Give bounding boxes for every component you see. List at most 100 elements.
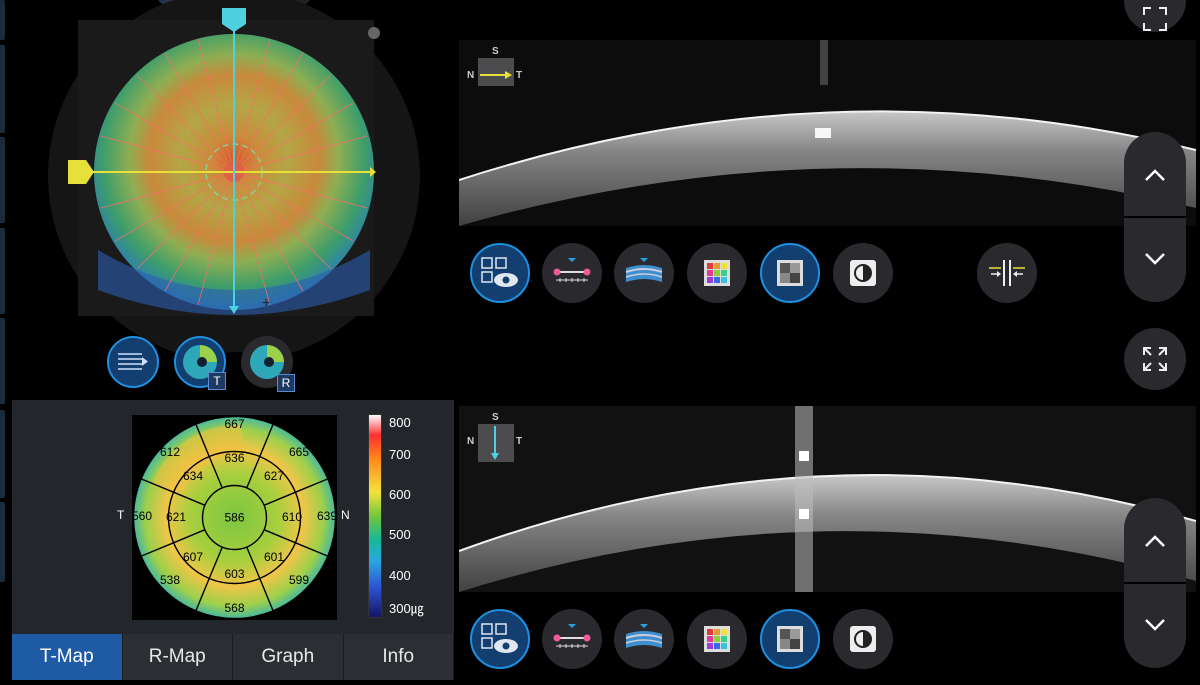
tab-info[interactable]: Info <box>343 634 454 680</box>
sector-outer-inferior: 568 <box>224 601 244 615</box>
edge-tab[interactable] <box>0 45 5 133</box>
sector-outer-superior-temporal: 612 <box>160 445 180 459</box>
edge-tab[interactable] <box>0 502 5 582</box>
eye-grid-icon <box>481 623 518 653</box>
chevron-up-icon <box>1145 535 1165 547</box>
sector-outer-superior-nasal: 665 <box>289 445 309 459</box>
orientation-t: T <box>516 436 523 447</box>
caliper-icon <box>553 258 591 282</box>
caliper-button[interactable] <box>542 243 602 303</box>
contrast-button[interactable] <box>833 243 893 303</box>
left-edge-tabs <box>0 0 5 685</box>
edge-tab[interactable] <box>0 137 5 223</box>
orientation-n: N <box>467 436 475 447</box>
color-grid-icon <box>704 260 730 286</box>
thickness-map-button[interactable]: T <box>174 336 226 390</box>
tab-t-map[interactable]: T-Map <box>12 634 123 680</box>
color-map-button[interactable] <box>687 243 747 303</box>
expand-icon <box>1143 347 1167 371</box>
sector-inner-inferior: 603 <box>224 567 244 581</box>
svg-text:+: + <box>262 294 270 310</box>
expand-button-bottom[interactable] <box>1124 328 1186 390</box>
sector-outer-inferior-temporal: 538 <box>160 573 180 587</box>
scale-label-300: 300㎍ <box>389 601 424 616</box>
scale-label-700: 700 <box>389 447 411 462</box>
layer-icon <box>625 624 663 648</box>
gray-grid-icon <box>777 260 803 286</box>
orientation-n: N <box>467 70 475 81</box>
sector-inner-nasal: 610 <box>282 510 302 524</box>
chevron-down-icon <box>1145 253 1165 265</box>
layer-button[interactable] <box>614 609 674 669</box>
orientation-s: S <box>492 46 499 57</box>
reference-map-button[interactable]: R <box>241 336 295 392</box>
color-map-button[interactable] <box>687 609 747 669</box>
sector-inner-inferior-temporal: 607 <box>183 550 203 564</box>
scan-nav-control <box>1124 498 1186 668</box>
eye-view-button[interactable] <box>470 609 530 669</box>
expand-button-top[interactable] <box>1124 0 1186 32</box>
compare-split-button[interactable] <box>977 243 1037 303</box>
scale-label-400: 400 <box>389 568 411 583</box>
orientation-t: T <box>516 70 523 81</box>
temporal-label: T <box>117 508 125 522</box>
scan-orientation-indicator <box>478 58 514 86</box>
scan-nav-control <box>1124 132 1186 302</box>
scale-label-800: 800 <box>389 415 411 430</box>
scroll-up-button[interactable] <box>1124 140 1186 210</box>
split-compare-icon <box>989 260 1025 286</box>
sector-inner-temporal: 621 <box>166 510 186 524</box>
sector-inner-inferior-nasal: 601 <box>264 550 284 564</box>
thickness-color-scale <box>368 414 382 618</box>
scale-label-600: 600 <box>389 487 411 502</box>
scan-orientation-indicator <box>478 424 514 462</box>
sector-inner-superior: 636 <box>224 451 244 465</box>
gray-grid-icon <box>777 626 803 652</box>
nav-divider <box>1124 216 1186 218</box>
oct-scan-horizontal[interactable] <box>459 40 1196 226</box>
scale-label-500: 500 <box>389 527 411 542</box>
pin-icon[interactable] <box>368 27 380 39</box>
scroll-down-button[interactable] <box>1124 590 1186 660</box>
map-tab-bar: T-Map R-Map Graph Info <box>12 634 454 680</box>
eye-grid-icon <box>481 257 518 287</box>
scroll-up-button[interactable] <box>1124 506 1186 576</box>
contrast-icon <box>850 626 876 652</box>
caliper-button[interactable] <box>542 609 602 669</box>
expand-icon <box>1143 7 1167 31</box>
map-badge-r: R <box>277 374 295 392</box>
chevron-up-icon <box>1145 169 1165 181</box>
thickness-map[interactable]: 586 636 627 610 601 603 607 621 634 667 … <box>132 415 337 620</box>
list-arrow-icon <box>118 353 148 370</box>
sector-inner-superior-nasal: 627 <box>264 469 284 483</box>
sector-inner-superior-temporal: 634 <box>183 469 203 483</box>
edge-tab[interactable] <box>0 318 5 404</box>
tab-graph[interactable]: Graph <box>233 634 344 680</box>
contrast-icon <box>850 260 876 286</box>
nasal-label: N <box>341 508 350 522</box>
tab-r-map[interactable]: R-Map <box>122 634 233 680</box>
grayscale-button[interactable] <box>760 243 820 303</box>
sector-outer-temporal: 560 <box>132 509 152 523</box>
orientation-s: S <box>492 412 499 423</box>
chevron-down-icon <box>1145 619 1165 631</box>
edge-tab[interactable] <box>0 0 5 40</box>
layer-button[interactable] <box>614 243 674 303</box>
caliper-icon <box>553 624 591 648</box>
map-badge-t: T <box>208 372 226 390</box>
layer-icon <box>625 258 663 282</box>
edge-tab[interactable] <box>0 228 5 314</box>
oct-scan-vertical[interactable] <box>459 406 1196 592</box>
contrast-button[interactable] <box>833 609 893 669</box>
edge-tab[interactable] <box>0 410 5 498</box>
color-grid-icon <box>704 626 730 652</box>
grayscale-button[interactable] <box>760 609 820 669</box>
sector-outer-nasal: 639 <box>317 509 337 523</box>
nav-divider <box>1124 582 1186 584</box>
sector-outer-inferior-nasal: 599 <box>289 573 309 587</box>
sector-center: 586 <box>224 511 244 525</box>
eye-view-button[interactable] <box>470 243 530 303</box>
list-view-button[interactable] <box>107 336 159 388</box>
scroll-down-button[interactable] <box>1124 224 1186 294</box>
fundus-image[interactable]: + <box>48 0 420 362</box>
